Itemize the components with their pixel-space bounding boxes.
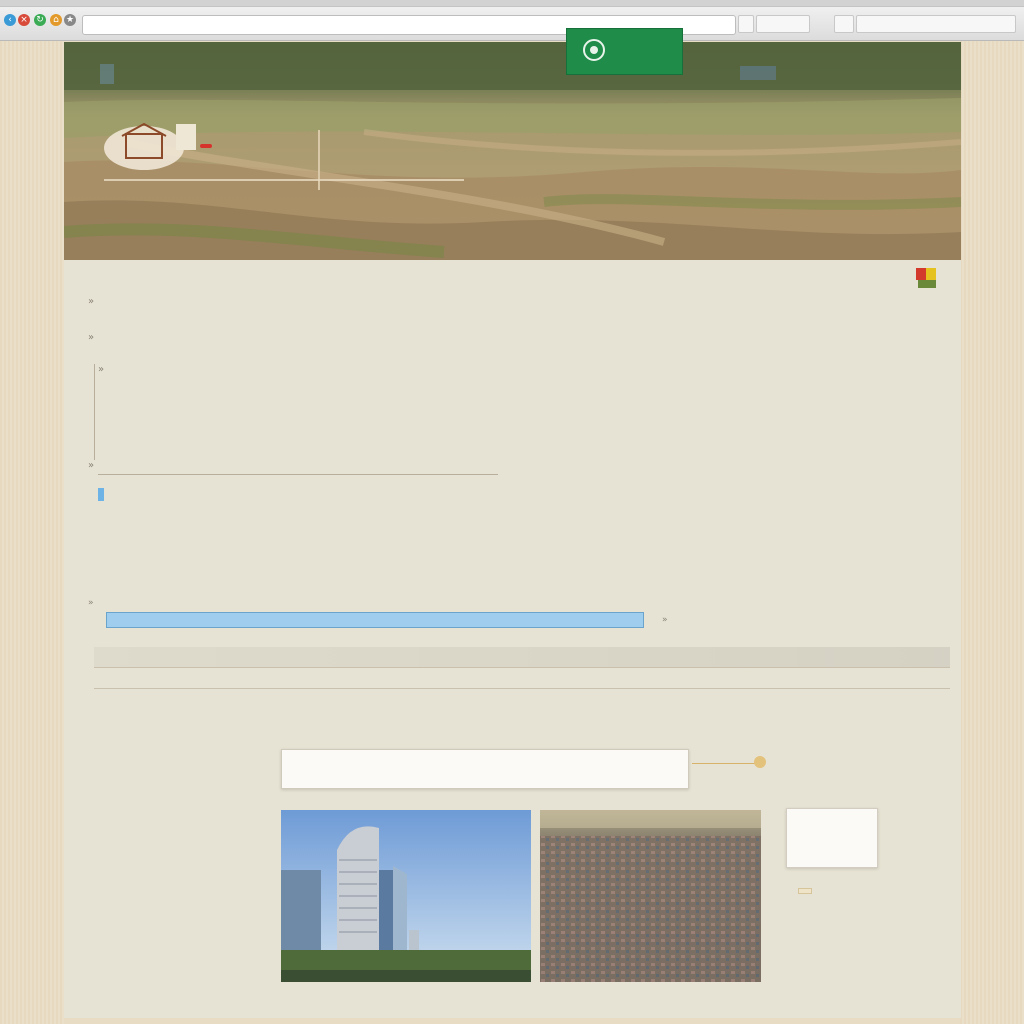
hero-banner — [64, 42, 961, 260]
table-row[interactable] — [94, 709, 950, 729]
left-margin — [0, 0, 64, 1024]
refresh-icon[interactable]: ↻ — [34, 14, 46, 26]
toolbar-item[interactable] — [834, 15, 854, 33]
toolbar-go-button[interactable] — [738, 15, 754, 33]
browser-chrome: ‹ × ↻ ⌂ ★ — [0, 0, 1024, 41]
bookmark-icon[interactable]: ★ — [64, 14, 76, 26]
logo-emblem[interactable] — [100, 118, 200, 174]
table-row[interactable] — [94, 668, 950, 688]
page-content — [64, 28, 961, 1018]
tab-strip — [0, 0, 1024, 7]
connector-dot — [754, 756, 766, 768]
home-icon[interactable]: ⌂ — [50, 14, 62, 26]
stop-icon[interactable]: × — [18, 14, 30, 26]
aerial-city-photo[interactable] — [540, 810, 761, 982]
hero-cta-button[interactable] — [566, 28, 683, 75]
right-margin — [960, 0, 1024, 1024]
content-line — [88, 460, 100, 471]
highlighted-link[interactable] — [98, 488, 104, 501]
back-icon[interactable]: ‹ — [4, 14, 16, 26]
connector-line — [692, 763, 758, 764]
divider — [98, 474, 498, 475]
seal-icon — [583, 39, 605, 61]
data-table — [94, 647, 950, 729]
divider — [104, 179, 464, 181]
info-box[interactable] — [281, 749, 689, 789]
table-row[interactable] — [94, 689, 950, 709]
content-line — [88, 296, 100, 307]
search-result-field[interactable] — [106, 612, 644, 628]
city-skyline-photo[interactable] — [281, 810, 531, 982]
divider — [318, 130, 320, 190]
section-label — [88, 598, 100, 608]
link-highlight[interactable] — [98, 488, 104, 501]
small-button[interactable] — [798, 888, 812, 894]
search-box[interactable] — [856, 15, 1016, 33]
search-side-link[interactable] — [662, 615, 674, 625]
divider — [94, 364, 95, 460]
content-line — [98, 364, 110, 375]
language-flag-icon[interactable] — [916, 268, 940, 288]
table-header — [94, 647, 950, 667]
side-card[interactable] — [786, 808, 878, 868]
content-line — [88, 332, 100, 343]
toolbar-item[interactable] — [756, 15, 810, 33]
hero-badge[interactable] — [200, 144, 212, 148]
